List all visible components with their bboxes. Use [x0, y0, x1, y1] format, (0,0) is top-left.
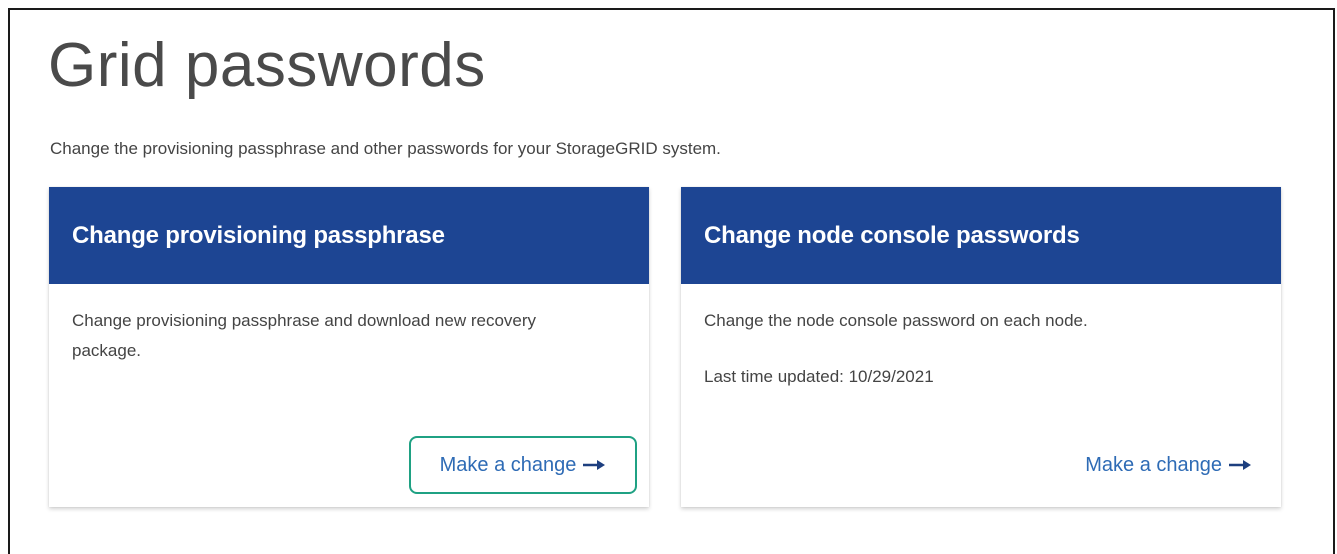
arrow-right-icon [1229, 460, 1251, 470]
card-header: Change node console passwords [681, 187, 1281, 284]
page-title: Grid passwords [48, 31, 486, 100]
make-change-label: Make a change [1085, 453, 1222, 476]
card-body: Change the node console password on each… [681, 284, 1281, 529]
card-provisioning-passphrase: Change provisioning passphrase Change pr… [49, 187, 649, 507]
last-updated-text: Last time updated: 10/29/2021 [704, 367, 934, 386]
make-change-link[interactable]: Make a change [409, 436, 637, 494]
card-description: Change provisioning passphrase and downl… [72, 311, 537, 360]
arrow-right-icon [583, 460, 606, 470]
page-subtitle: Change the provisioning passphrase and o… [50, 139, 721, 158]
card-header: Change provisioning passphrase [49, 187, 649, 284]
make-change-label: Make a change [439, 453, 577, 476]
card-description: Change the node console password on each… [704, 311, 1088, 330]
make-change-link[interactable]: Make a change [1085, 452, 1252, 478]
card-node-console-passwords: Change node console passwords Change the… [681, 187, 1281, 507]
